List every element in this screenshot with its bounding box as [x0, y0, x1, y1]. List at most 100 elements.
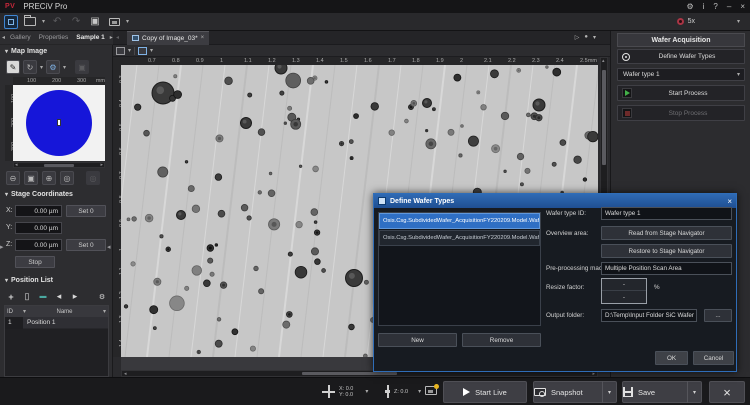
record-dot-icon[interactable]: ● — [584, 34, 588, 41]
tabs-scroll-left-icon[interactable]: ◂ — [2, 34, 5, 41]
remove-button[interactable]: Remove — [462, 333, 541, 347]
wafer-type-id-field[interactable]: Wafer type 1 — [601, 207, 732, 220]
refresh-chevron-down-icon[interactable]: ▾ — [40, 64, 43, 71]
image-tab[interactable]: Copy of Image_03* × — [127, 31, 209, 45]
set-zero-z-button[interactable]: Set 0 — [66, 239, 106, 251]
snapshot-chevron-down-icon[interactable]: ▾ — [602, 381, 616, 403]
warning-badge — [434, 384, 439, 389]
snapshot-button[interactable]: Snapshot ▾ — [533, 381, 617, 403]
map-image-header[interactable]: ▾Map Image — [5, 48, 47, 55]
open-chevron-down-icon[interactable]: ▾ — [42, 18, 45, 25]
tabbar-scroll-left-icon[interactable]: ◂ — [116, 34, 119, 41]
next-position-icon[interactable]: ▸ — [68, 290, 82, 303]
stage-z-control[interactable]: Z: 0.0 ▾ — [385, 385, 421, 398]
add-position-icon[interactable]: + — [4, 290, 18, 303]
view-chevron-down-icon[interactable]: ▾ — [593, 34, 596, 41]
wafer-map-canvas[interactable] — [13, 85, 105, 161]
panel-collapse-chevron-icon[interactable]: ◂ — [107, 243, 111, 251]
display-icon[interactable] — [107, 15, 121, 29]
start-process-button[interactable]: Start Process — [617, 85, 745, 101]
name-filter-icon[interactable]: ▾ — [103, 308, 108, 315]
z-label: Z: — [6, 241, 12, 248]
fit-screen-icon[interactable]: ▣ — [88, 15, 102, 29]
marker-tool-icon[interactable]: ✎ — [6, 60, 20, 74]
start-live-button[interactable]: Start Live — [443, 381, 527, 403]
browse-folder-button[interactable]: ... — [704, 309, 732, 322]
display-mode-icon[interactable] — [138, 47, 147, 55]
crosshair-icon[interactable]: ◎ — [60, 171, 74, 185]
stop-stage-button[interactable]: Stop — [15, 256, 55, 268]
refresh-map-icon[interactable]: ↻ — [23, 60, 37, 74]
preprocessing-macro-field[interactable]: Multiple Position Scan Area — [601, 262, 732, 275]
column-name[interactable]: Name — [26, 309, 103, 315]
display-chevron-down-icon[interactable]: ▾ — [126, 18, 129, 25]
snapshot-settings-icon[interactable] — [425, 386, 437, 395]
ruler-tick: 2.3 — [532, 58, 540, 64]
xy-chevron-down-icon[interactable]: ▾ — [365, 388, 368, 395]
cancel-button[interactable]: Cancel — [693, 351, 734, 365]
tab-sample[interactable]: Sample 1 — [73, 34, 108, 41]
delete-position-icon[interactable]: ▯ — [20, 290, 34, 303]
ruler-tick: 1.2 — [268, 58, 276, 64]
position-list-header[interactable]: ▾Position List — [5, 277, 53, 284]
save-button[interactable]: Save ▾ — [622, 381, 702, 403]
ruler-tick: 2.5 — [580, 58, 588, 64]
position-row[interactable]: 1 Position 1 — [5, 317, 108, 329]
redo-icon[interactable]: ↷ — [69, 15, 83, 29]
output-folder-label: Output folder: — [546, 312, 584, 319]
wafer-type-list-item[interactable]: Osis.Csg.SubdividedWafer_AcquisitionFY22… — [379, 230, 540, 246]
close-window-icon[interactable]: × — [740, 2, 745, 11]
panel-expand-chevron-icon[interactable]: ▸ — [0, 243, 4, 251]
y-coordinate-field[interactable]: 0.00 µm — [15, 222, 62, 234]
ok-button[interactable]: OK — [655, 351, 688, 365]
play-icon[interactable]: ▷ — [575, 34, 580, 41]
tab-gallery[interactable]: Gallery — [7, 34, 34, 41]
close-tab-icon[interactable]: × — [201, 35, 205, 41]
previous-position-icon[interactable]: ◂ — [52, 290, 66, 303]
wafer-type-dropdown[interactable]: Wafer type 1 ▾ — [617, 68, 745, 81]
objective-chevron-down-icon[interactable]: ▾ — [737, 18, 740, 25]
undo-icon[interactable]: ↶ — [50, 15, 64, 29]
layout-icon[interactable] — [4, 15, 18, 29]
save-view-icon[interactable] — [116, 47, 125, 55]
position-settings-gear-icon[interactable]: ⚙ — [95, 290, 109, 303]
tab-properties[interactable]: Properties — [36, 34, 72, 41]
restore-to-stage-navigator-button[interactable]: Restore to Stage Navigator — [601, 244, 732, 258]
help-icon[interactable]: ? — [713, 2, 717, 11]
close-view-button[interactable]: × — [709, 381, 745, 403]
map-settings-chevron-down-icon[interactable]: ▾ — [63, 64, 66, 71]
open-folder-icon[interactable] — [23, 15, 37, 29]
stage-coordinates-header[interactable]: ▾Stage Coordinates — [5, 191, 73, 198]
map-settings-gear-icon[interactable]: ⚙ — [46, 60, 60, 74]
dialog-close-icon[interactable]: × — [727, 197, 732, 206]
zoom-in-icon[interactable]: ⊕ — [42, 171, 56, 185]
z-coordinate-field[interactable]: 0.00 µm — [15, 239, 62, 251]
wafer-type-list-item-selected[interactable]: Osis.Csg.SubdividedWafer_AcquisitionFY22… — [379, 213, 540, 229]
column-id[interactable]: ID — [5, 309, 23, 315]
x-coordinate-field[interactable]: 0.00 µm — [15, 205, 62, 217]
image-mini-toolbar: ▾ ▾ — [113, 45, 610, 57]
objective-lens-icon[interactable] — [677, 18, 684, 25]
resize-factor-spinner[interactable]: - - — [601, 278, 647, 304]
minimize-icon[interactable]: – — [727, 2, 731, 11]
z-chevron-down-icon[interactable]: ▾ — [418, 388, 421, 395]
goto-position-icon[interactable]: ▬ — [36, 290, 50, 303]
dialog-title-bar[interactable]: Define Wafer Types × — [374, 194, 736, 208]
fit-view-icon[interactable]: ▣ — [24, 171, 38, 185]
info-icon[interactable]: i — [703, 2, 705, 11]
save-view-chevron-icon[interactable]: ▾ — [128, 47, 131, 54]
output-folder-field[interactable]: D:\Temp\Input Folder SiC Wafer — [601, 309, 697, 322]
map-horizontal-scrollbar[interactable]: ◂ ▸ — [13, 162, 105, 168]
stage-xy-control[interactable]: X: 0.0 Y: 0.0 ▾ — [322, 385, 368, 398]
objective-magnification[interactable]: 5x — [688, 18, 695, 25]
read-from-stage-navigator-button[interactable]: Read from Stage Navigator — [601, 226, 732, 240]
settings-gear-icon[interactable]: ⚙ — [686, 2, 693, 11]
zoom-out-icon[interactable]: ⊖ — [6, 171, 20, 185]
set-zero-x-button[interactable]: Set 0 — [66, 205, 106, 217]
define-wafer-types-button[interactable]: Define Wafer Types — [617, 49, 745, 64]
display-mode-chevron-icon[interactable]: ▾ — [150, 47, 153, 54]
save-chevron-down-icon[interactable]: ▾ — [687, 381, 701, 403]
new-button[interactable]: New — [378, 333, 457, 347]
left-sidebar: ◂ Gallery Properties Sample 1 ▸ ▾Map Ima… — [0, 31, 113, 377]
wafer-type-list: Osis.Csg.SubdividedWafer_AcquisitionFY22… — [378, 212, 541, 326]
